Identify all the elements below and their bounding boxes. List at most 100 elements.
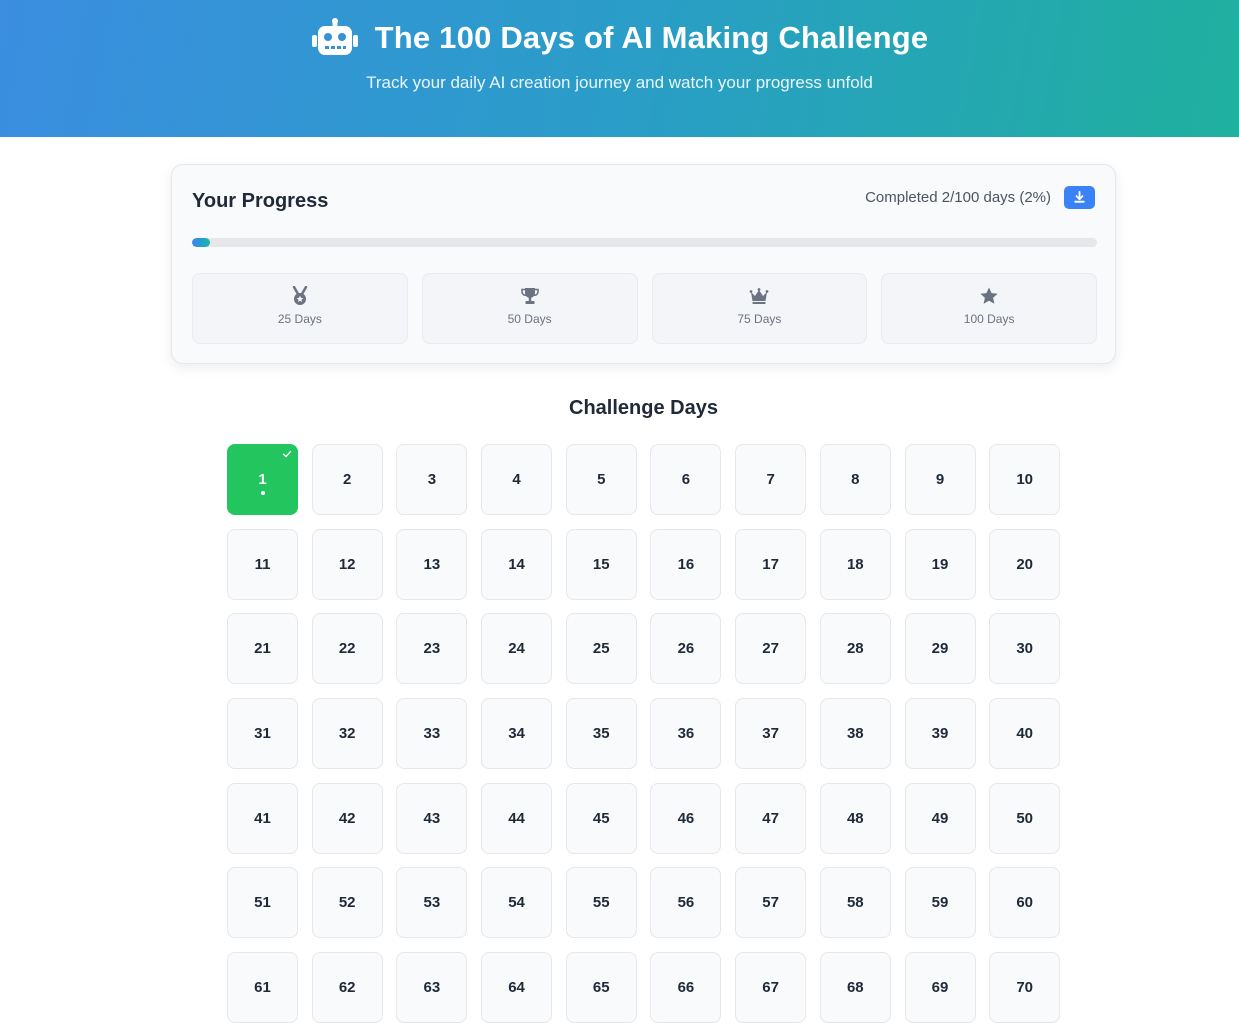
day-cell-55[interactable]: 55 xyxy=(565,867,637,939)
day-number: 60 xyxy=(1016,894,1034,912)
day-cell-16[interactable]: 16 xyxy=(650,528,722,600)
progress-bar xyxy=(192,238,1097,247)
day-cell-45[interactable]: 45 xyxy=(565,782,637,854)
page-title: The 100 Days of AI Making Challenge xyxy=(374,20,929,55)
day-cell-20[interactable]: 20 xyxy=(989,528,1061,600)
day-cell-29[interactable]: 29 xyxy=(904,613,976,685)
day-cell-43[interactable]: 43 xyxy=(396,782,468,854)
day-cell-40[interactable]: 40 xyxy=(989,698,1061,770)
day-cell-53[interactable]: 53 xyxy=(396,867,468,939)
day-number: 56 xyxy=(677,894,695,912)
day-cell-24[interactable]: 24 xyxy=(481,613,553,685)
day-cell-68[interactable]: 68 xyxy=(819,952,891,1024)
download-button[interactable] xyxy=(1064,186,1095,209)
day-cell-63[interactable]: 63 xyxy=(396,952,468,1024)
day-number: 61 xyxy=(254,979,271,997)
day-cell-46[interactable]: 46 xyxy=(650,782,722,854)
day-cell-4[interactable]: 4 xyxy=(481,444,553,515)
day-cell-67[interactable]: 67 xyxy=(735,952,807,1024)
day-cell-2[interactable]: 2 xyxy=(311,444,383,515)
day-cell-33[interactable]: 33 xyxy=(396,698,468,770)
day-number: 2 xyxy=(343,471,352,488)
day-cell-36[interactable]: 36 xyxy=(650,698,722,770)
day-cell-39[interactable]: 39 xyxy=(904,698,976,770)
day-cell-61[interactable]: 61 xyxy=(227,952,298,1024)
day-number: 11 xyxy=(254,555,271,573)
day-cell-32[interactable]: 32 xyxy=(311,698,383,770)
milestone-label: 25 Days xyxy=(277,312,322,326)
day-cell-15[interactable]: 15 xyxy=(565,528,637,600)
day-cell-11[interactable]: 11 xyxy=(227,528,298,600)
trophy-icon xyxy=(520,288,539,304)
day-cell-10[interactable]: 10 xyxy=(989,444,1061,515)
day-cell-28[interactable]: 28 xyxy=(819,613,891,685)
day-cell-52[interactable]: 52 xyxy=(311,867,383,939)
day-cell-1[interactable]: 1 xyxy=(227,444,298,515)
day-number: 52 xyxy=(338,894,356,912)
day-cell-35[interactable]: 35 xyxy=(565,698,637,770)
day-cell-8[interactable]: 8 xyxy=(819,444,891,515)
day-cell-70[interactable]: 70 xyxy=(989,952,1061,1024)
day-cell-3[interactable]: 3 xyxy=(396,444,468,515)
day-cell-49[interactable]: 49 xyxy=(904,782,976,854)
day-cell-13[interactable]: 13 xyxy=(396,528,468,600)
day-cell-60[interactable]: 60 xyxy=(989,867,1061,939)
day-number: 7 xyxy=(766,471,775,488)
milestone-75-days: 75 Days xyxy=(651,273,868,344)
day-number: 33 xyxy=(423,725,441,743)
day-cell-7[interactable]: 7 xyxy=(735,444,807,515)
day-cell-65[interactable]: 65 xyxy=(565,952,637,1024)
day-cell-62[interactable]: 62 xyxy=(311,952,383,1024)
day-cell-59[interactable]: 59 xyxy=(904,867,976,939)
day-cell-42[interactable]: 42 xyxy=(311,782,383,854)
day-number: 28 xyxy=(846,640,864,658)
day-cell-50[interactable]: 50 xyxy=(989,782,1061,854)
day-number: 49 xyxy=(931,809,949,827)
day-cell-12[interactable]: 12 xyxy=(311,528,383,600)
day-number: 54 xyxy=(508,894,525,912)
day-cell-34[interactable]: 34 xyxy=(481,698,553,770)
milestone-25-days: 25 Days xyxy=(192,273,408,344)
day-number: 67 xyxy=(762,979,779,997)
day-cell-38[interactable]: 38 xyxy=(819,698,891,770)
day-cell-17[interactable]: 17 xyxy=(735,528,807,600)
day-cell-21[interactable]: 21 xyxy=(227,613,298,685)
entry-indicator-dot xyxy=(260,491,265,495)
day-number: 16 xyxy=(677,555,695,573)
day-number: 19 xyxy=(931,555,949,573)
day-cell-22[interactable]: 22 xyxy=(311,613,383,685)
day-cell-44[interactable]: 44 xyxy=(481,782,553,854)
day-cell-19[interactable]: 19 xyxy=(904,528,976,600)
day-cell-58[interactable]: 58 xyxy=(819,867,891,939)
day-cell-51[interactable]: 51 xyxy=(227,867,298,939)
milestone-label: 75 Days xyxy=(737,312,782,326)
milestone-50-days: 50 Days xyxy=(421,273,638,344)
day-cell-18[interactable]: 18 xyxy=(819,528,891,600)
day-cell-31[interactable]: 31 xyxy=(227,698,298,770)
day-number: 8 xyxy=(851,471,860,488)
day-cell-54[interactable]: 54 xyxy=(481,867,553,939)
day-cell-41[interactable]: 41 xyxy=(227,782,298,854)
day-cell-57[interactable]: 57 xyxy=(735,867,807,939)
day-cell-30[interactable]: 30 xyxy=(989,613,1061,685)
day-cell-48[interactable]: 48 xyxy=(819,782,891,854)
day-cell-23[interactable]: 23 xyxy=(396,613,468,685)
day-cell-26[interactable]: 26 xyxy=(650,613,722,685)
day-number: 48 xyxy=(846,809,864,827)
day-cell-14[interactable]: 14 xyxy=(481,528,553,600)
day-cell-69[interactable]: 69 xyxy=(904,952,976,1024)
download-icon xyxy=(1074,191,1085,203)
day-cell-9[interactable]: 9 xyxy=(904,444,976,515)
medal-icon xyxy=(292,286,308,305)
day-grid: 1 2 3 4 5 6 7 8 9 10 11 12 13 14 15 16 17 18 19 20 21 22 23 24 2… xyxy=(227,444,1061,1024)
day-cell-47[interactable]: 47 xyxy=(735,782,807,854)
day-cell-6[interactable]: 6 xyxy=(650,444,722,515)
day-cell-64[interactable]: 64 xyxy=(481,952,553,1024)
day-cell-37[interactable]: 37 xyxy=(735,698,807,770)
day-cell-27[interactable]: 27 xyxy=(735,613,807,685)
day-cell-66[interactable]: 66 xyxy=(650,952,722,1024)
day-cell-5[interactable]: 5 xyxy=(565,444,637,515)
day-cell-56[interactable]: 56 xyxy=(650,867,722,939)
day-cell-25[interactable]: 25 xyxy=(565,613,637,685)
day-number: 26 xyxy=(677,640,695,658)
